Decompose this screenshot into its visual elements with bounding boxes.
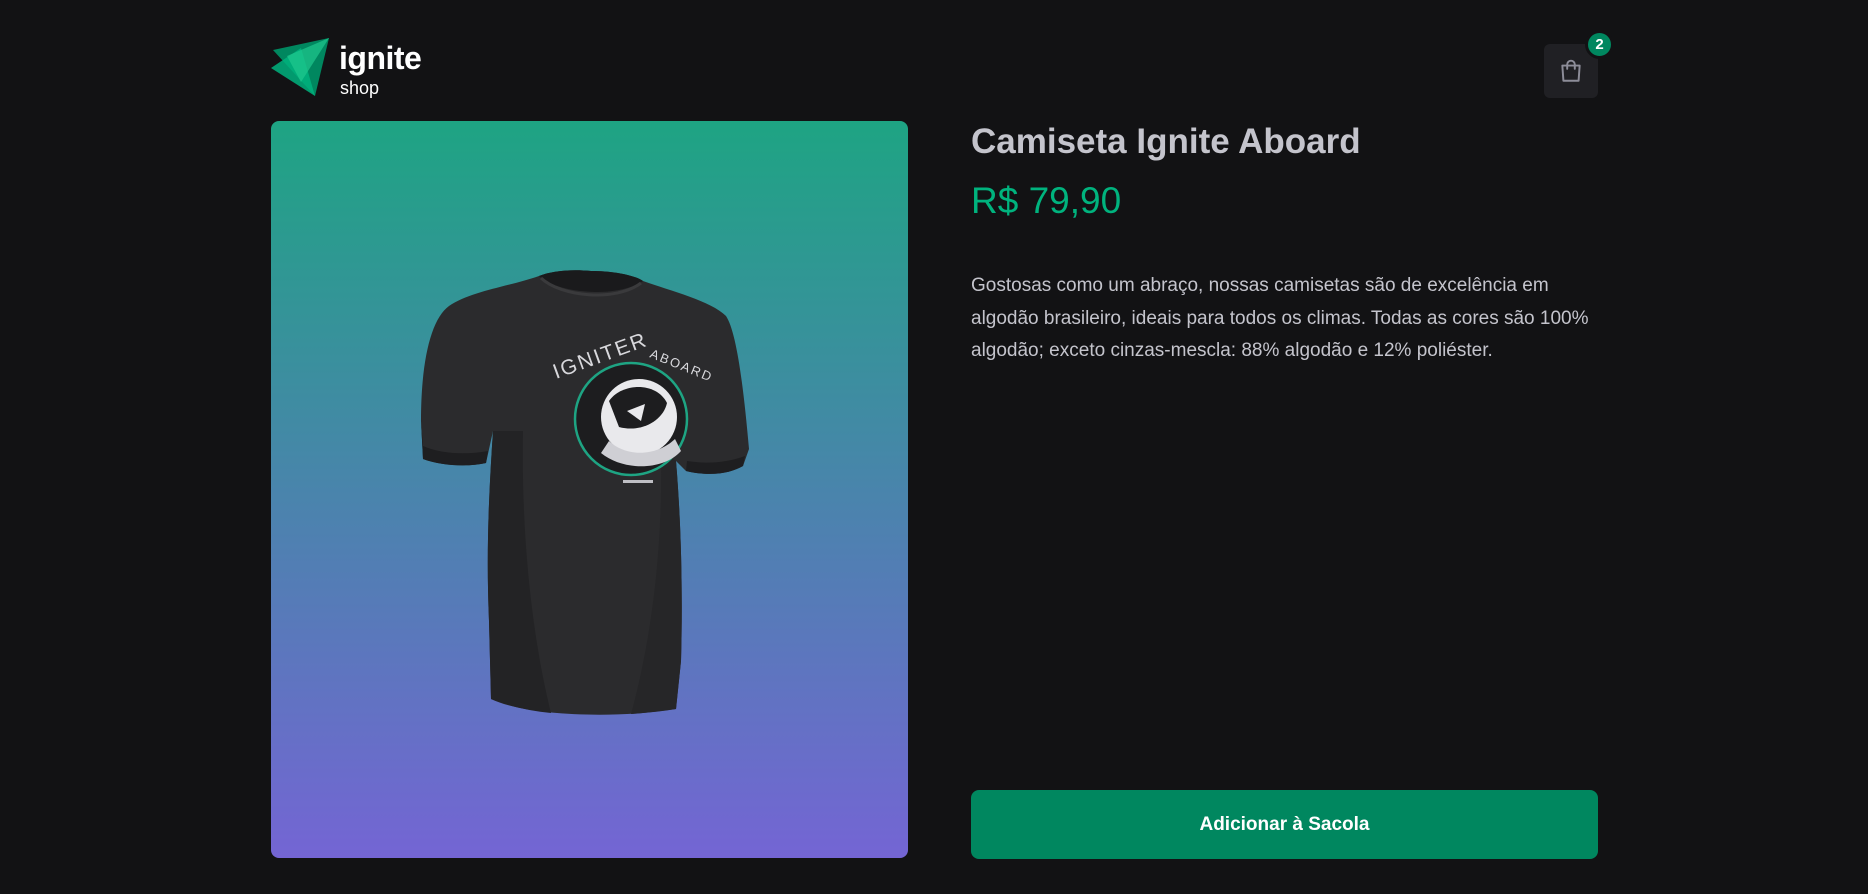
add-to-bag-button[interactable]: Adicionar à Sacola (971, 790, 1598, 859)
logo-title: ignite (339, 40, 422, 76)
product-image: IGNITER ABOARD (271, 121, 908, 858)
product-description: Gostosas como um abraço, nossas camiseta… (971, 275, 1589, 361)
product-price: R$ 79,90 (971, 180, 1122, 221)
shopping-bag-icon (1561, 59, 1581, 82)
product-details: Camiseta Ignite Aboard R$ 79,90 Gostosas… (971, 118, 1598, 859)
logo[interactable]: ignite shop (271, 38, 431, 102)
product-title: Camiseta Ignite Aboard (971, 122, 1361, 161)
ignite-logo-icon (271, 38, 329, 96)
cart-count-badge: 2 (1585, 30, 1614, 59)
tshirt-image: IGNITER ABOARD (421, 270, 749, 715)
site-header: ignite shop 2 (271, 0, 1614, 110)
logo-subtitle: shop (340, 78, 380, 98)
